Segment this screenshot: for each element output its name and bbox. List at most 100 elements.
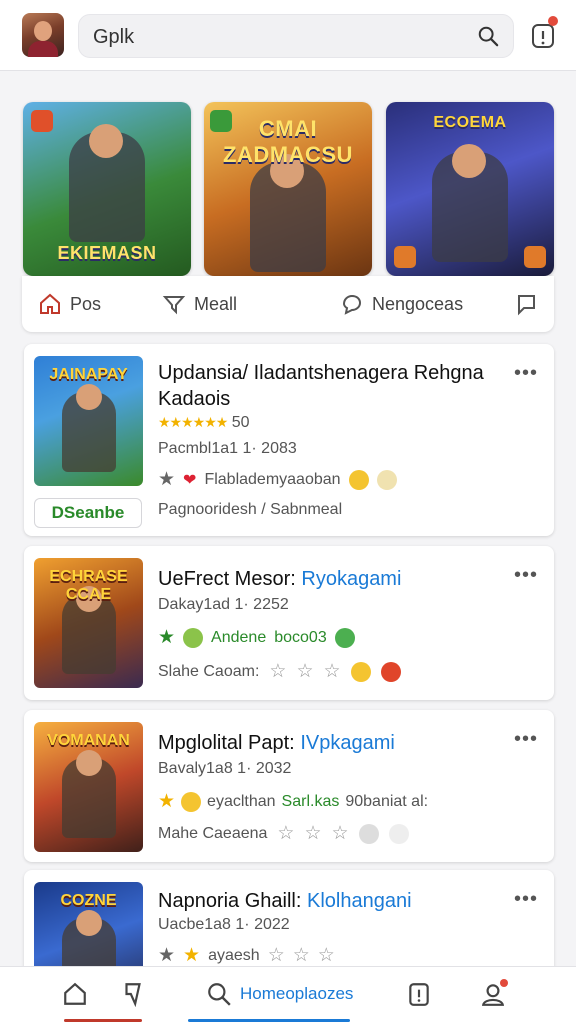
more-options-icon[interactable]: ••• — [514, 888, 538, 911]
bookmark-icon — [125, 983, 141, 1007]
tab-nengoceas[interactable]: Nengoceas — [340, 290, 463, 318]
tab-pos[interactable]: Pos — [38, 290, 101, 318]
emoji-icon — [380, 661, 401, 682]
star-icon[interactable]: ☆ — [296, 660, 313, 683]
tag-text: boco03 — [274, 628, 327, 646]
more-options-icon[interactable]: ••• — [514, 362, 538, 385]
bottom-nav: Homeoplaozes — [0, 966, 576, 1025]
nav-notifications[interactable] — [406, 979, 432, 1009]
chat-bubble-icon — [342, 294, 362, 315]
banner-title: EKIEMASN — [57, 243, 157, 263]
banner-title: ECOEMA — [433, 114, 507, 131]
banner-character-head — [89, 124, 123, 158]
emoji-icon — [350, 661, 371, 682]
notification-icon — [409, 983, 429, 1006]
nav-profile[interactable] — [480, 979, 508, 1009]
status-text: Mahe Caeaena — [158, 824, 268, 842]
search-icon — [208, 983, 231, 1006]
star-icon[interactable]: ☆ — [277, 822, 294, 845]
tab-label: Meall — [194, 293, 238, 314]
tag-text: eyaclthan — [207, 792, 276, 810]
tag-extra: Sarl.kas — [281, 792, 340, 810]
star-icon[interactable]: ☆ — [323, 660, 340, 683]
game-thumbnail[interactable]: VOMANAN — [34, 722, 143, 852]
thumb-title: JAINAPAY — [49, 366, 128, 383]
more-options-icon[interactable]: ••• — [514, 564, 538, 587]
featured-carousel: EKIEMASN CMAI ZADMACSU ECOEMA Pos Meall … — [22, 100, 554, 334]
release-date: Dakay1ad 1· 2252 — [158, 596, 289, 613]
nav-bookmark[interactable] — [120, 979, 146, 1009]
star-icon[interactable]: ☆ — [318, 944, 335, 967]
tab-label: Nengoceas — [372, 293, 464, 314]
game-title[interactable]: UeFrect Mesor: Ryokagami — [158, 566, 518, 592]
featured-banner[interactable]: CMAI ZADMACSU — [204, 102, 372, 276]
rating-count: 50 — [231, 414, 250, 431]
featured-banner[interactable]: EKIEMASN — [23, 102, 191, 276]
thumb-title: ECHRASE CCAE — [49, 568, 128, 603]
nav-label: Homeoplaozes — [240, 984, 354, 1003]
search-icon[interactable] — [477, 25, 499, 47]
home-icon — [40, 293, 60, 314]
game-card[interactable]: VOMANAN Mpglolital Papt: IVpkagami ••• B… — [24, 710, 554, 862]
title-link[interactable]: Ryokagami — [301, 568, 401, 590]
star-icon[interactable]: ★ — [158, 790, 175, 813]
rating-stars-icon: ★★★★★★ — [158, 414, 228, 430]
emoji-icon — [376, 469, 397, 490]
game-title[interactable]: Updansia/ Iladantshenagera Rehgna Kadaoi… — [158, 360, 518, 412]
card-footer: Pagnooridesh / Sabnmeal — [158, 501, 343, 518]
title-text: Napnoria Ghaill: — [158, 890, 302, 912]
status-row: Mahe Caeaena ☆ ☆ ☆ — [158, 822, 409, 845]
banner-title: CMAI ZADMACSU — [223, 116, 353, 167]
star-icon[interactable]: ☆ — [268, 944, 285, 967]
star-icon[interactable]: ★ — [158, 944, 175, 967]
tag-row: ★ ❤ Flablademyaaoban — [158, 468, 397, 491]
star-icon[interactable]: ★ — [183, 944, 200, 967]
search-input[interactable] — [91, 23, 475, 51]
title-text: Mpglolital Papt: — [158, 732, 295, 754]
star-icon[interactable]: ☆ — [269, 660, 286, 683]
avatar[interactable] — [22, 13, 64, 57]
thumb-character-head — [76, 910, 102, 936]
emoji-icon — [358, 823, 379, 844]
banner-badge-icon — [524, 246, 546, 268]
release-date: Uacbe1a8 1· 2022 — [158, 916, 290, 933]
nav-home[interactable] — [62, 979, 88, 1009]
game-title[interactable]: Napnoria Ghaill: Klolhangani — [158, 888, 518, 914]
game-card[interactable]: ECHRASE CCAE UeFrect Mesor: Ryokagami ••… — [24, 546, 554, 700]
nav-search[interactable]: Homeoplaozes — [206, 979, 353, 1009]
game-thumbnail[interactable]: ECHRASE CCAE — [34, 558, 143, 688]
title-link[interactable]: IVpkagami — [300, 732, 395, 754]
heart-icon: ❤ — [183, 471, 197, 489]
featured-banner[interactable]: ECOEMA — [386, 102, 554, 276]
release-date: Pacmbl1a1 1· 2083 — [158, 440, 297, 457]
tab-comments[interactable] — [514, 290, 538, 318]
title-text: UeFrect Mesor: — [158, 568, 296, 590]
game-card[interactable]: JAINAPAY Updansia/ Iladantshenagera Rehg… — [24, 344, 554, 536]
more-options-icon[interactable]: ••• — [514, 728, 538, 751]
release-date: Bavaly1a8 1· 2032 — [158, 760, 292, 777]
thumb-title: VOMANAN — [47, 732, 130, 749]
chat-icon — [162, 296, 186, 315]
home-icon — [64, 982, 86, 1005]
banner-character-head — [452, 144, 486, 178]
star-icon[interactable]: ☆ — [332, 822, 349, 845]
star-icon[interactable]: ★ — [158, 468, 175, 491]
banner-badge-icon — [31, 110, 53, 132]
thumb-character-head — [76, 384, 102, 410]
star-icon[interactable]: ☆ — [304, 822, 321, 845]
tab-meall[interactable]: Meall — [162, 290, 237, 318]
star-icon[interactable]: ☆ — [293, 944, 310, 967]
star-icon[interactable]: ★ — [158, 626, 175, 649]
game-thumbnail[interactable]: JAINAPAY — [34, 356, 143, 486]
emoji-icon — [388, 823, 409, 844]
emoji-icon — [348, 469, 369, 490]
describe-button[interactable]: DSeanbe — [34, 498, 142, 528]
tab-label: Pos — [70, 293, 102, 314]
tag-row: ★ eyaclthan Sarl.kas 90baniat al: — [158, 790, 428, 813]
button-label: DSeanbe — [51, 503, 125, 522]
title-link[interactable]: Klolhangani — [307, 890, 412, 912]
emoji-icon — [181, 791, 202, 812]
search-bar[interactable] — [78, 14, 514, 58]
tag-text: 90baniat al: — [345, 792, 429, 810]
game-title[interactable]: Mpglolital Papt: IVpkagami — [158, 730, 518, 756]
